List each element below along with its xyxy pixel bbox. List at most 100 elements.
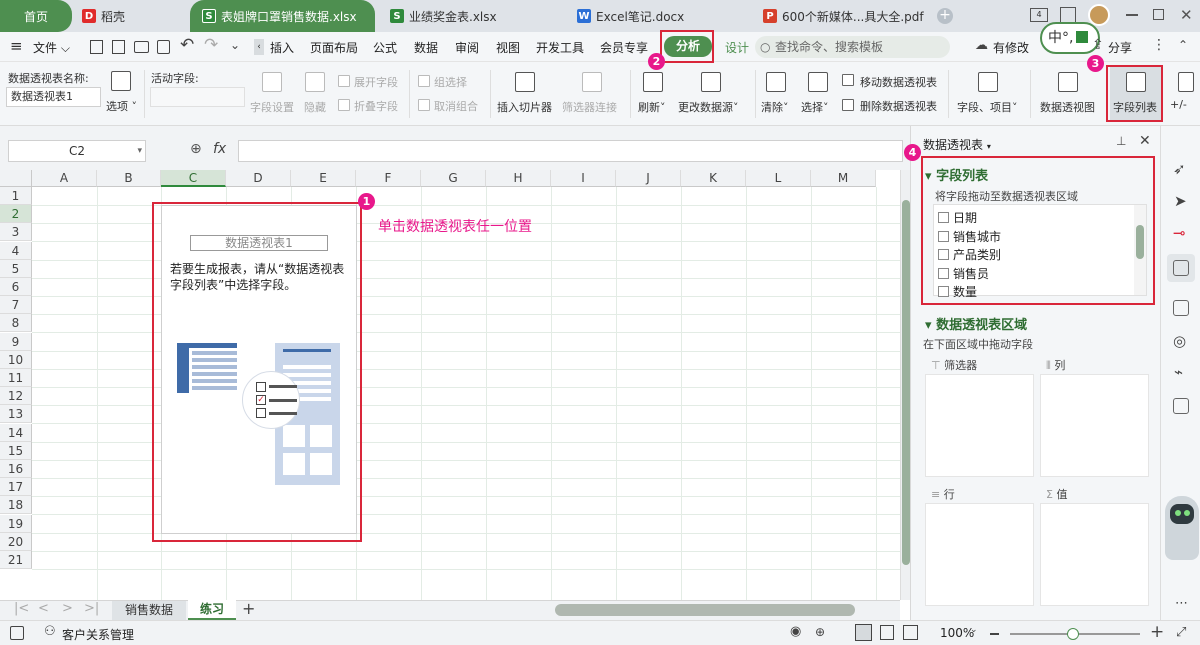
zoom-icon[interactable]: ⊕ — [190, 141, 202, 157]
row-header[interactable]: 20 — [0, 532, 32, 551]
row-header[interactable]: 3 — [0, 223, 32, 242]
tab-bonus-xlsx[interactable]: S 业绩奖金表.xlsx — [390, 0, 497, 32]
select-button[interactable]: 选择˅ — [801, 99, 829, 115]
vertical-scroll-thumb[interactable] — [902, 200, 910, 565]
column-header[interactable]: E — [291, 170, 356, 187]
select-all-corner[interactable] — [0, 170, 32, 187]
row-header[interactable]: 10 — [0, 350, 32, 369]
expand-field-button[interactable]: 展开字段 — [354, 74, 398, 90]
fullscreen-icon[interactable]: ⤢ — [1176, 625, 1186, 640]
save-icon[interactable] — [90, 40, 103, 54]
rocket-icon[interactable]: ➶ — [1173, 160, 1186, 178]
add-sheet-icon[interactable]: + — [242, 599, 255, 618]
more-options-icon[interactable]: ⋮ — [1152, 37, 1166, 53]
modified-status[interactable]: 有修改 — [993, 39, 1029, 56]
field-item[interactable]: 数量 — [938, 283, 977, 300]
vertical-scrollbar[interactable] — [900, 170, 910, 600]
column-header[interactable]: L — [746, 170, 811, 187]
field-item[interactable]: 销售员 — [938, 265, 989, 282]
panel-title-dropdown-icon[interactable]: ▾ — [987, 142, 991, 151]
menu-page-layout[interactable]: 页面布局 — [310, 39, 358, 56]
ungroup-button[interactable]: 取消组合 — [434, 98, 478, 114]
column-header[interactable]: J — [616, 170, 681, 187]
eye-protection-icon[interactable]: ◉ — [790, 624, 801, 639]
hide-button[interactable]: 隐藏 — [304, 99, 326, 115]
pivot-name-input[interactable]: 数据透视表1 — [6, 87, 101, 107]
column-header[interactable]: A — [32, 170, 97, 187]
formula-input[interactable] — [238, 140, 903, 162]
column-header[interactable]: I — [551, 170, 616, 187]
tab-sales-xlsx[interactable]: S 表姐牌口罩销售数据.xlsx — [190, 0, 375, 32]
menu-developer[interactable]: 开发工具 — [536, 39, 584, 56]
field-checkbox[interactable] — [938, 249, 949, 260]
filter-drop-zone[interactable] — [925, 374, 1034, 477]
zoom-slider-handle[interactable] — [1067, 628, 1079, 640]
field-checkbox[interactable] — [938, 230, 949, 242]
scroll-left-icon[interactable]: ‹ — [254, 39, 264, 55]
normal-view-icon[interactable] — [855, 624, 872, 641]
move-pivot-button[interactable]: 移动数据透视表 — [860, 74, 937, 90]
column-header[interactable]: B — [97, 170, 161, 187]
row-header[interactable]: 11 — [0, 369, 32, 387]
menu-file[interactable]: 文件 ⌵ — [33, 39, 70, 56]
refresh-button[interactable]: 刷新˅ — [638, 99, 666, 115]
pin-icon[interactable]: ⊥ — [1116, 134, 1126, 148]
column-header[interactable]: G — [421, 170, 486, 187]
insert-function-button[interactable]: fx — [213, 141, 226, 157]
collapse-field-button[interactable]: 折叠字段 — [354, 98, 398, 114]
field-list-scroll-thumb[interactable] — [1136, 225, 1144, 259]
row-header[interactable]: 2 — [0, 205, 32, 224]
macro-icon[interactable] — [10, 626, 24, 640]
fields-items-button[interactable]: 字段、项目˅ — [957, 99, 1018, 115]
image-tool-icon[interactable] — [1173, 300, 1189, 316]
new-tab-icon[interactable]: + — [937, 8, 953, 24]
active-field-input[interactable] — [150, 87, 245, 107]
tab-pdf[interactable]: P 600个新媒体...具大全.pdf — [763, 0, 924, 32]
row-header[interactable]: 14 — [0, 423, 32, 442]
row-header[interactable]: 16 — [0, 460, 32, 478]
grid-apps-icon[interactable] — [1060, 7, 1076, 23]
close-window-icon[interactable]: ✕ — [1180, 6, 1193, 24]
zoom-dropdown-icon[interactable]: ⌄ — [970, 625, 978, 635]
page-layout-view-icon[interactable] — [880, 625, 894, 640]
row-header[interactable]: 19 — [0, 514, 32, 533]
assistant-mascot-icon[interactable] — [1165, 496, 1199, 560]
row-header[interactable]: 8 — [0, 314, 32, 333]
tab-home[interactable]: 首页 — [0, 0, 72, 32]
menu-review[interactable]: 审阅 — [455, 39, 479, 56]
minimize-icon[interactable] — [1126, 14, 1138, 16]
values-drop-zone[interactable] — [1040, 503, 1149, 606]
group-selection-button[interactable]: 组选择 — [434, 74, 467, 90]
rows-drop-zone[interactable] — [925, 503, 1034, 606]
close-panel-icon[interactable]: ✕ — [1139, 133, 1151, 149]
avatar[interactable] — [1088, 4, 1110, 26]
tab-daoke[interactable]: D 稻壳 — [82, 0, 125, 32]
screen-icon[interactable]: 4 — [1030, 8, 1048, 22]
input-method-icon[interactable]: ⊕ — [815, 625, 825, 639]
row-header[interactable]: 6 — [0, 278, 32, 296]
prev-sheet-icon[interactable]: < — [38, 601, 49, 616]
compass-icon[interactable]: ◎ — [1173, 332, 1186, 350]
row-header[interactable]: 21 — [0, 551, 32, 569]
more-tools-icon[interactable]: ⋯ — [1175, 596, 1188, 611]
slider-settings-icon[interactable]: ⊸ — [1173, 224, 1186, 242]
plugin-icon[interactable]: ⌁ — [1174, 363, 1183, 381]
column-header[interactable]: H — [486, 170, 551, 187]
row-header[interactable]: 7 — [0, 296, 32, 315]
pivot-chart-button[interactable]: 数据透视图 — [1040, 99, 1095, 115]
field-item[interactable]: 销售城市 — [938, 228, 1001, 245]
restore-icon[interactable] — [1153, 9, 1164, 20]
field-item[interactable]: 日期 — [938, 209, 977, 226]
plus-minus-button[interactable]: +/- — [1170, 98, 1187, 111]
menu-member[interactable]: 会员专享 — [600, 39, 648, 56]
zoom-in-icon[interactable]: + — [1150, 622, 1164, 642]
change-source-button[interactable]: 更改数据源˅ — [678, 99, 739, 115]
field-list-scrollbar[interactable] — [1134, 205, 1146, 295]
sheet-tab-sales[interactable]: 销售数据 — [112, 601, 186, 620]
row-header[interactable]: 13 — [0, 405, 32, 424]
row-header[interactable]: 12 — [0, 387, 32, 406]
zoom-out-icon[interactable] — [990, 633, 999, 635]
last-sheet-icon[interactable]: >| — [84, 601, 99, 616]
name-box[interactable]: C2 ▾ — [8, 140, 146, 162]
row-header[interactable]: 17 — [0, 478, 32, 497]
